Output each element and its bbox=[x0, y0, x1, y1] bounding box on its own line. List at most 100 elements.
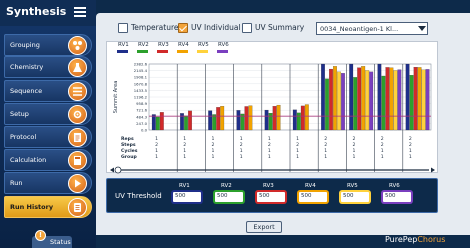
table-cell: 2 bbox=[240, 142, 243, 148]
uv-threshold-label-rv4: RV4 bbox=[305, 183, 316, 189]
uv-threshold-input-rv4[interactable]: 500 bbox=[299, 192, 327, 202]
sidebar-item-chemistry[interactable]: Chemistry bbox=[4, 56, 92, 78]
temperature-checkbox-label: Temperature bbox=[131, 23, 179, 32]
uv-threshold-label-rv3: RV3 bbox=[263, 183, 274, 189]
uv-threshold-panel: UV Threshold RV1 500 RV2 500 RV3 500 RV4 500 RV5… bbox=[106, 178, 438, 213]
sidebar-item-grouping[interactable]: Grouping bbox=[4, 34, 92, 56]
uv-threshold-input-rv3[interactable]: 500 bbox=[257, 192, 285, 202]
table-cell: 1 bbox=[409, 154, 412, 160]
bar-rv3 bbox=[159, 112, 164, 131]
bar-rv1 bbox=[292, 109, 297, 131]
scrollbar-thumb[interactable] bbox=[114, 166, 122, 174]
table-cell: 1 bbox=[212, 154, 215, 160]
bar-rv4 bbox=[361, 66, 366, 131]
table-cell: 1 bbox=[353, 154, 356, 160]
scroll-left-icon[interactable] bbox=[110, 167, 114, 173]
bar-rv4 bbox=[220, 106, 225, 131]
temperature-checkbox[interactable]: Temperature bbox=[118, 23, 179, 33]
uv-threshold-input-rv6[interactable]: 500 bbox=[383, 192, 411, 202]
table-cell: 2 bbox=[353, 142, 356, 148]
table-cell: 1 bbox=[212, 148, 215, 154]
temperature-checkbox-box[interactable] bbox=[118, 23, 128, 33]
alert-icon: ! bbox=[35, 230, 46, 241]
main-panel: Temperature UV Individual UV Summary 003… bbox=[96, 13, 470, 235]
bar-rv1 bbox=[321, 63, 325, 131]
sidebar-item-protocol[interactable]: Protocol bbox=[4, 126, 92, 148]
bar-rv4 bbox=[333, 66, 337, 131]
y-tick-label: 1908.1 bbox=[134, 75, 148, 80]
table-cell: 2 bbox=[296, 142, 299, 148]
table-cell: 1 bbox=[183, 136, 186, 142]
sidebar-item-sequence[interactable]: Sequence bbox=[4, 80, 92, 102]
bar-rv3 bbox=[272, 106, 277, 131]
table-cell: 1 bbox=[212, 136, 215, 142]
brand-prefix: PurePep bbox=[385, 235, 418, 244]
table-cell: 2 bbox=[381, 136, 384, 142]
table-cell: 1 bbox=[296, 136, 299, 142]
bar-rv3 bbox=[329, 68, 333, 131]
y-tick-label: 2145.4 bbox=[134, 68, 148, 73]
sidebar-item-label: Sequence bbox=[10, 87, 43, 95]
uv-summary-checkbox-box[interactable] bbox=[242, 23, 252, 33]
table-cell: 1 bbox=[296, 154, 299, 160]
table-cell: 1 bbox=[409, 148, 412, 154]
scroll-right-icon[interactable] bbox=[431, 167, 435, 173]
uv-threshold-input-rv2[interactable]: 500 bbox=[215, 192, 243, 202]
sidebar-item-label: Protocol bbox=[10, 133, 37, 141]
sidebar-item-run[interactable]: Run bbox=[4, 172, 92, 194]
sidebar-item-run-history[interactable]: Run History bbox=[4, 196, 92, 218]
sidebar-item-label: Run bbox=[10, 179, 23, 187]
app-title: Synthesis bbox=[6, 5, 67, 18]
table-cell: 1 bbox=[324, 148, 327, 154]
bar-rv6 bbox=[369, 71, 374, 131]
y-tick-label: 0.0 bbox=[141, 128, 148, 133]
table-cell: 1 bbox=[381, 148, 384, 154]
table-cell: 1 bbox=[240, 154, 243, 160]
uv-threshold-label-rv2: RV2 bbox=[221, 183, 232, 189]
bar-rv2 bbox=[325, 78, 329, 131]
uv-threshold-input-rv1[interactable]: 500 bbox=[173, 192, 201, 202]
bar-rv1 bbox=[377, 63, 382, 131]
export-button[interactable]: Export bbox=[246, 221, 282, 233]
uv-individual-checkbox-box[interactable] bbox=[178, 23, 188, 33]
table-cell: 2 bbox=[183, 142, 186, 148]
table-cell: 2 bbox=[381, 142, 384, 148]
bar-rv4 bbox=[417, 67, 422, 131]
bar-rv5 bbox=[337, 71, 341, 131]
bar-rv2 bbox=[268, 113, 273, 131]
bar-rv1 bbox=[208, 110, 213, 131]
sidebar-item-label: Chemistry bbox=[10, 63, 44, 71]
table-cell: 1 bbox=[183, 148, 186, 154]
table-cell: 1 bbox=[268, 148, 271, 154]
brand-logo: PurePepChorus bbox=[385, 235, 445, 244]
table-row-label: Group bbox=[121, 154, 137, 160]
bar-rv2 bbox=[212, 114, 217, 131]
brand-suffix: Chorus bbox=[417, 235, 446, 244]
table-cell: 1 bbox=[324, 154, 327, 160]
table-cell: 1 bbox=[155, 148, 158, 154]
bar-rv6 bbox=[425, 69, 430, 131]
uv-individual-checkbox-label: UV Individual bbox=[191, 23, 241, 32]
sidebar-item-calculation[interactable]: Calculation bbox=[4, 149, 92, 171]
table-cell: 1 bbox=[183, 154, 186, 160]
bar-rv4 bbox=[276, 104, 281, 131]
sidebar-item-setup[interactable]: Setup bbox=[4, 103, 92, 125]
table-row-label: Cycles bbox=[121, 148, 138, 154]
table-cell: 1 bbox=[296, 148, 299, 154]
setup-icon bbox=[68, 105, 87, 124]
y-tick-label: 1196.2 bbox=[134, 95, 148, 100]
table-cell: 1 bbox=[353, 148, 356, 154]
y-tick-label: 721.6 bbox=[136, 108, 147, 113]
uv-threshold-label-rv5: RV5 bbox=[347, 183, 358, 189]
hamburger-menu-icon[interactable] bbox=[74, 7, 86, 17]
table-cell: 1 bbox=[240, 136, 243, 142]
bar-rv3 bbox=[385, 67, 390, 131]
uv-threshold-input-rv5[interactable]: 500 bbox=[341, 192, 369, 202]
uv-individual-checkbox[interactable]: UV Individual bbox=[178, 23, 241, 33]
chevron-down-icon[interactable] bbox=[418, 26, 426, 31]
sample-select[interactable]: 0034_Neoantigen-1 Kl... bbox=[316, 22, 428, 35]
table-cell: 2 bbox=[353, 136, 356, 142]
table-cell: 2 bbox=[212, 142, 215, 148]
uv-summary-checkbox[interactable]: UV Summary bbox=[242, 23, 304, 33]
table-cell: 1 bbox=[240, 148, 243, 154]
